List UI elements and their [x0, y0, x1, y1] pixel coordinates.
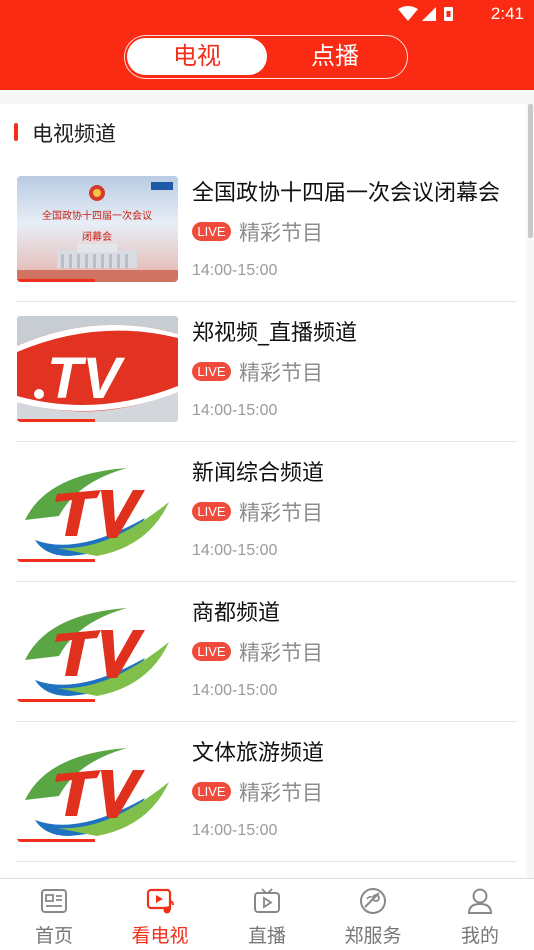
channel-name: 文体旅游频道 [192, 741, 325, 766]
program-time: 14:00-15:00 [192, 542, 278, 559]
channel-panel: 电视频道 全国政协十四届一次会议 闭幕会 全国政协十四届一次会议闭幕会 LIVE… [0, 104, 526, 878]
channel-thumbnail: TV [17, 316, 178, 422]
nav-label: 首页 [34, 925, 73, 947]
channel-thumbnail [17, 596, 178, 702]
channel-item[interactable]: 文体旅游频道 LIVE 精彩节目 14:00-15:00 [0, 722, 526, 862]
channel-thumbnail: 全国政协十四届一次会议 闭幕会 [17, 176, 178, 282]
live-badge: LIVE [192, 222, 231, 241]
status-icons [398, 6, 453, 21]
live-tv-icon [254, 888, 280, 913]
thumb-progress [17, 279, 95, 282]
app-header: 2:41 电视 点播 [0, 0, 534, 90]
program-time: 14:00-15:00 [192, 402, 278, 419]
tab-switcher: 电视 点播 [124, 35, 408, 79]
tv-play-icon [146, 888, 174, 914]
channel-thumbnail [17, 736, 178, 842]
nav-label: 郑服务 [344, 925, 402, 947]
channel-item[interactable]: 新闻综合频道 LIVE 精彩节目 14:00-15:00 [0, 442, 526, 582]
live-badge: LIVE [192, 782, 231, 801]
status-bar: 2:41 [0, 0, 534, 28]
tab-tv[interactable]: 电视 [127, 38, 267, 75]
channel-item[interactable]: 商都频道 LIVE 精彩节目 14:00-15:00 [0, 582, 526, 722]
nav-item-home[interactable]: 首页 [9, 879, 99, 950]
wifi-icon [398, 6, 418, 21]
service-icon [360, 888, 386, 914]
section-title: 电视频道 [32, 122, 116, 146]
news-icon [41, 889, 67, 913]
channel-list: 全国政协十四届一次会议 闭幕会 全国政协十四届一次会议闭幕会 LIVE 精彩节目… [0, 162, 526, 862]
nav-item-profile[interactable]: 我的 [435, 879, 525, 950]
channel-name: 郑视频_直播频道 [192, 321, 358, 346]
bottom-nav: 首页 看电视 直播 郑服务 我的 [0, 878, 534, 950]
channel-thumbnail [17, 456, 178, 562]
program-name: 精彩节目 [239, 361, 323, 385]
program-name: 精彩节目 [239, 221, 323, 245]
section-accent-bar [14, 123, 18, 141]
live-badge: LIVE [192, 362, 231, 381]
program-name: 精彩节目 [239, 641, 323, 665]
tab-vod[interactable]: 点播 [265, 38, 405, 75]
user-icon [467, 888, 493, 914]
tv-logo-icon: TV [47, 346, 125, 411]
live-badge: LIVE [192, 502, 231, 521]
thumb-progress [17, 559, 95, 562]
status-time: 2:41 [490, 4, 524, 23]
nav-item-service[interactable]: 郑服务 [328, 879, 418, 950]
channel-item[interactable]: 全国政协十四届一次会议 闭幕会 全国政协十四届一次会议闭幕会 LIVE 精彩节目… [0, 162, 526, 302]
nav-item-watch-tv[interactable]: 看电视 [115, 879, 205, 950]
channel-item[interactable]: TV 郑视频_直播频道 LIVE 精彩节目 14:00-15:00 [0, 302, 526, 442]
thumb-progress [17, 419, 95, 422]
live-badge: LIVE [192, 642, 231, 661]
thumb-subtitle: 闭幕会 [82, 230, 112, 243]
channel-name: 全国政协十四届一次会议闭幕会 [192, 181, 501, 206]
divider [16, 861, 517, 862]
signal-icon [422, 7, 436, 21]
program-name: 精彩节目 [239, 501, 323, 525]
nav-item-live[interactable]: 直播 [222, 879, 312, 950]
channel-name: 商都频道 [192, 601, 281, 626]
program-time: 14:00-15:00 [192, 822, 278, 839]
thumb-title: 全国政协十四届一次会议 [42, 209, 152, 222]
nav-label: 看电视 [131, 925, 189, 947]
program-time: 14:00-15:00 [192, 682, 278, 699]
channel-name: 新闻综合频道 [192, 461, 325, 486]
program-name: 精彩节目 [239, 781, 323, 805]
nav-label: 直播 [247, 925, 286, 947]
nav-label: 我的 [460, 925, 499, 947]
thumb-progress [17, 699, 95, 702]
program-time: 14:00-15:00 [192, 262, 278, 279]
scrollbar[interactable] [528, 104, 533, 238]
thumb-progress [17, 839, 95, 842]
